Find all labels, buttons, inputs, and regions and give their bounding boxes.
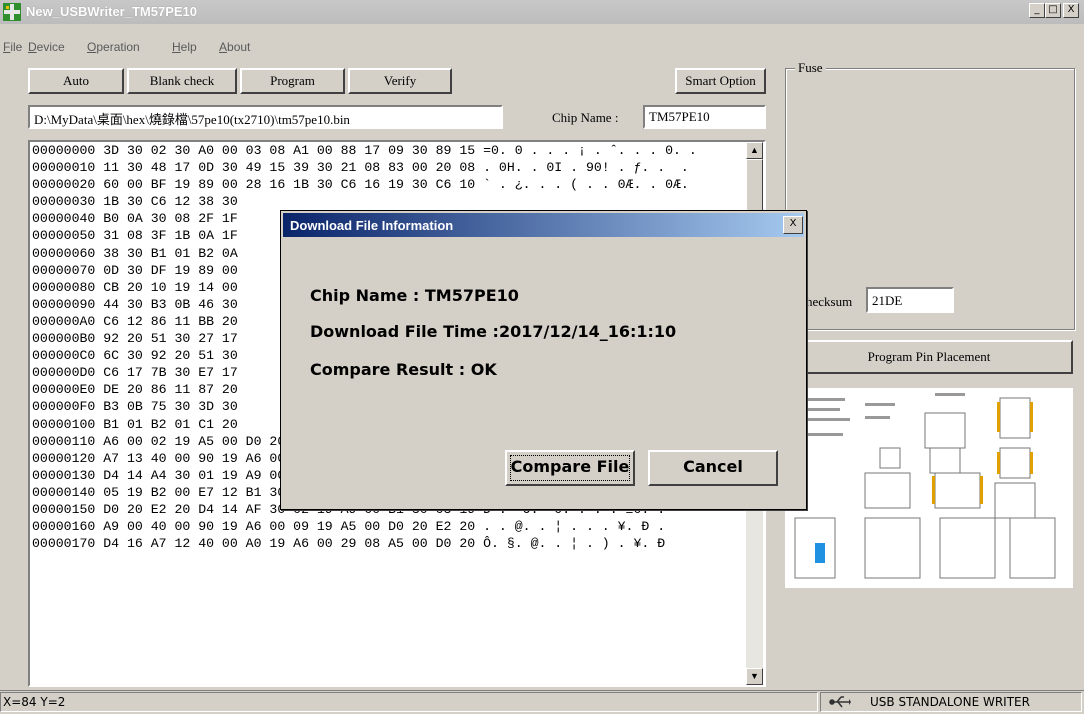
dialog-title: Download File Information [290, 218, 454, 233]
menu-file[interactable]: File [3, 40, 22, 54]
app-icon [3, 3, 21, 21]
hex-row: 00000170 D4 16 A7 12 40 00 A0 19 A6 00 2… [32, 536, 666, 552]
menu-device[interactable]: Device [28, 40, 65, 54]
chip-name-field[interactable]: TM57PE10 [643, 105, 766, 129]
status-coords-cell [0, 692, 818, 712]
window-title: New_USBWriter_TM57PE10 [26, 4, 197, 19]
menu-operation[interactable]: Operation [87, 40, 140, 54]
chip-name-label: Chip Name : [552, 110, 619, 125]
fuse-title: Fuse [795, 60, 826, 76]
hex-row: 00000000 3D 30 02 30 A0 00 03 08 A1 00 8… [32, 143, 697, 158]
hex-row: 00000160 A9 00 40 00 90 19 A6 00 09 19 A… [32, 519, 666, 535]
smart-option-button[interactable]: Smart Option [675, 68, 766, 94]
scroll-up-icon[interactable]: ▲ [746, 142, 763, 159]
dialog-chip-name: Chip Name : TM57PE10 [310, 286, 519, 305]
blank-check-button[interactable]: Blank check [127, 68, 237, 94]
minimize-button[interactable]: _ [1029, 3, 1045, 18]
dialog-download-time: Download File Time :2017/12/14_16:1:10 [310, 322, 677, 341]
checksum-label: hecksum [806, 294, 853, 309]
maximize-button[interactable]: □ [1045, 3, 1061, 18]
compare-file-button[interactable]: Compare File [505, 450, 635, 486]
verify-button[interactable]: Verify [348, 68, 452, 94]
auto-button[interactable]: Auto [28, 68, 124, 94]
program-pin-placement-button[interactable]: Program Pin Placement [785, 340, 1073, 374]
status-device: USB STANDALONE WRITER [870, 695, 1030, 709]
program-button[interactable]: Program [240, 68, 345, 94]
hex-row: 00000020 60 00 BF 19 89 00 28 16 1B 30 C… [32, 177, 689, 193]
scroll-down-icon[interactable]: ▼ [746, 668, 763, 685]
hex-row: 00000010 11 30 48 17 0D 30 49 15 39 30 2… [32, 160, 689, 176]
close-button[interactable]: X [1063, 3, 1079, 18]
usb-icon [829, 696, 851, 708]
status-coords: X=84 Y=2 [3, 695, 66, 709]
menu-help[interactable]: Help [172, 40, 197, 54]
dialog-compare-result: Compare Result : OK [310, 360, 497, 379]
dialog-close-button[interactable]: X [783, 216, 803, 234]
menu-about[interactable]: About [219, 40, 250, 54]
file-path-field[interactable]: D:\MyData\桌面\hex\燒錄檔\57pe10(tx2710)\tm57… [28, 105, 503, 129]
pin-placement-diagram [785, 388, 1073, 588]
checksum-field[interactable]: 21DE [866, 287, 954, 313]
hex-row: 00000030 1B 30 C6 12 38 30 [32, 194, 238, 210]
cancel-button[interactable]: Cancel [648, 450, 778, 486]
